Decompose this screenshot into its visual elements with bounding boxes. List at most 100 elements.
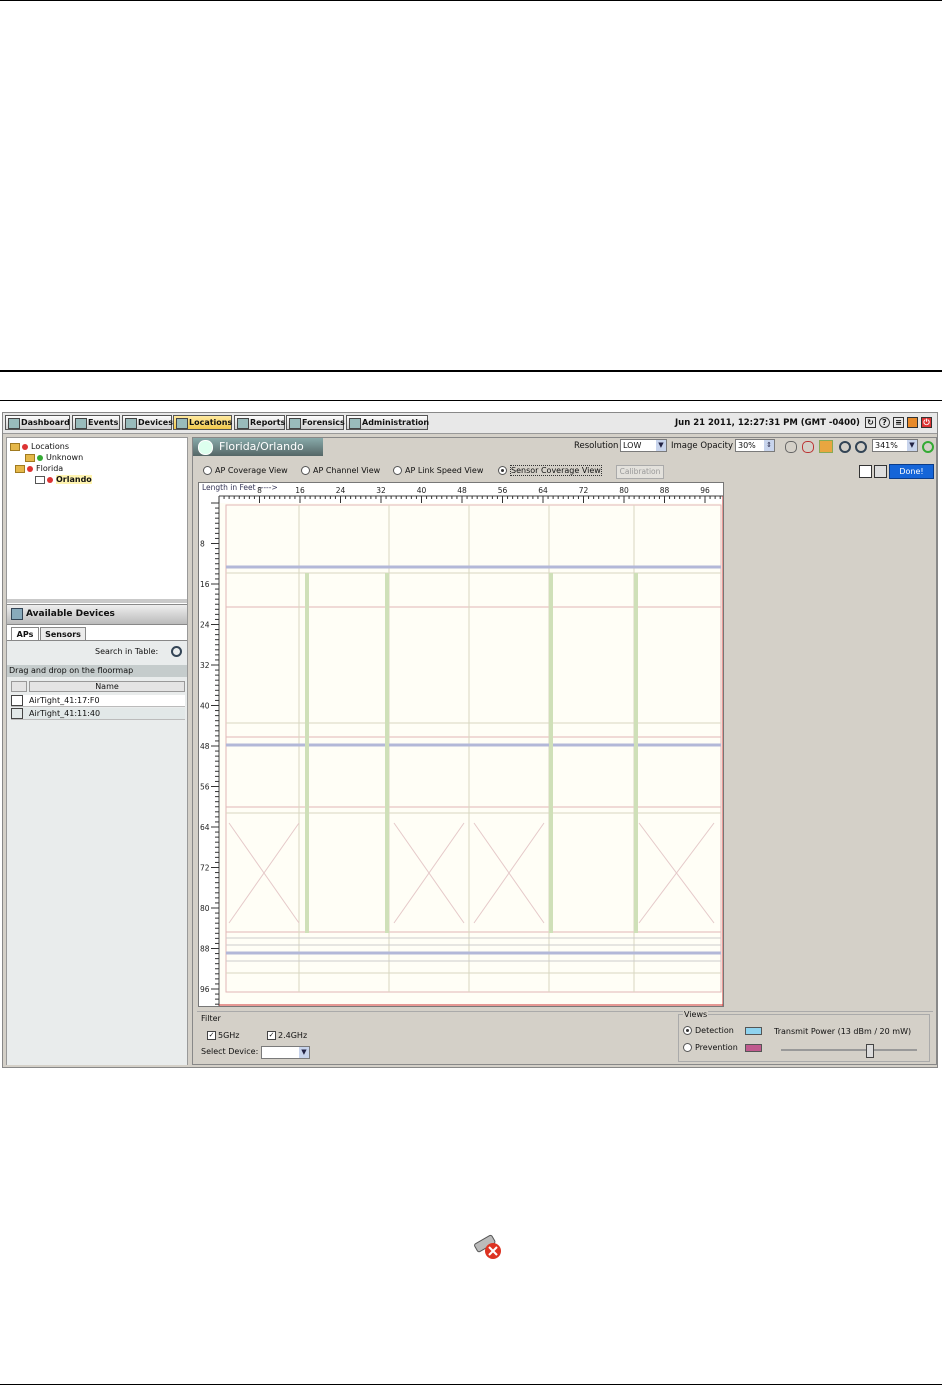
nav-administration-button[interactable]: Administration	[346, 415, 429, 430]
x-tick-label: 8	[257, 486, 262, 495]
y-tick-label: 64	[200, 823, 210, 832]
view-detection[interactable]: Detection	[683, 1025, 734, 1037]
ap-device-icon	[11, 695, 23, 706]
nav-dashboard-button[interactable]: Dashboard	[5, 415, 70, 430]
y-tick-label: 88	[200, 945, 210, 954]
view-prevention[interactable]: Prevention	[683, 1042, 738, 1054]
tree-item-florida[interactable]: Florida	[15, 463, 63, 474]
name-column-header[interactable]: Name	[29, 681, 185, 692]
devices-icon	[11, 607, 23, 620]
print-icon[interactable]	[874, 465, 887, 478]
x-tick-label: 24	[336, 486, 346, 495]
zoom-out-icon[interactable]	[855, 441, 867, 453]
filter-panel: Filter ✓ 5GHz ✓ 2.4GHz Select Device: ▼ Vi…	[197, 1010, 933, 1064]
top-navigation-bar: Dashboard Events Devices Locations Repor…	[3, 413, 937, 434]
tab-sensors[interactable]: Sensors	[40, 627, 86, 640]
table-row[interactable]: AirTight_41:17:F0	[11, 695, 185, 707]
radio-icon	[203, 466, 212, 475]
info-icon[interactable]	[859, 465, 872, 478]
tab-label: APs	[16, 630, 34, 639]
disconnected-device-icon	[472, 1233, 504, 1261]
zoom-select[interactable]: 341% ▼	[872, 439, 918, 452]
tab-label: Sensors	[45, 630, 81, 639]
section-rule-upper	[0, 370, 942, 372]
tree-item-unknown[interactable]: Unknown	[25, 452, 83, 463]
administration-icon	[349, 418, 361, 429]
nav-label: Forensics	[302, 418, 345, 427]
x-tick-label: 88	[660, 486, 670, 495]
x-tick-label: 40	[417, 486, 427, 495]
x-tick-label: 48	[457, 486, 467, 495]
section-rule-lower	[0, 400, 942, 401]
y-tick-label: 40	[200, 702, 210, 711]
tree-item-orlando[interactable]: Orlando	[35, 474, 92, 485]
fit-zoom-icon[interactable]	[922, 441, 934, 453]
search-icon[interactable]	[171, 646, 182, 657]
tree-label: Locations	[31, 442, 70, 451]
upload-icon[interactable]	[819, 440, 833, 453]
devices-icon	[125, 418, 137, 429]
device-name: AirTight_41:17:F0	[29, 696, 100, 705]
filter-24ghz[interactable]: ✓ 2.4GHz	[267, 1031, 307, 1040]
nav-locations-button[interactable]: Locations	[173, 415, 232, 430]
nav-label: Dashboard	[21, 418, 70, 427]
view-ap-channel[interactable]: AP Channel View	[301, 465, 380, 477]
filter-5ghz[interactable]: ✓ 5GHz	[207, 1031, 240, 1040]
view-ap-link-speed[interactable]: AP Link Speed View	[393, 465, 483, 477]
resolution-label: Resolution	[574, 441, 619, 451]
transmit-power-label: Transmit Power (13 dBm / 20 mW)	[774, 1027, 912, 1036]
nav-events-button[interactable]: Events	[72, 415, 120, 430]
transmit-power-slider[interactable]	[866, 1044, 875, 1058]
calibration-button[interactable]: Calibration	[616, 465, 664, 479]
help-icon[interactable]: ?	[879, 417, 890, 428]
location-tree: Locations Unknown Florida Orlando	[7, 438, 187, 598]
resolution-select[interactable]: LOW ▼	[620, 439, 667, 452]
band-label: 2.4GHz	[278, 1031, 308, 1040]
detection-color-swatch	[745, 1027, 762, 1035]
x-tick-label: 80	[619, 486, 629, 495]
select-device-dropdown[interactable]: ▼	[261, 1046, 310, 1059]
location-title: Florida/Orlando	[219, 440, 304, 453]
zoom-in-icon[interactable]	[839, 441, 851, 453]
transmit-power-track	[781, 1049, 917, 1051]
floormap-canvas[interactable]: Length in Feet -----> 8 16 24 32 40 48 5…	[198, 482, 724, 1007]
list-icon[interactable]: ≡	[893, 417, 904, 428]
refresh-icon[interactable]: ↻	[865, 417, 876, 428]
nav-devices-button[interactable]: Devices	[122, 415, 173, 430]
radio-selected-icon	[683, 1026, 692, 1035]
radio-icon	[393, 466, 402, 475]
x-tick-label: 72	[579, 486, 589, 495]
view-ap-coverage[interactable]: AP Coverage View	[203, 465, 288, 477]
bottom-rule	[0, 1384, 942, 1385]
done-button[interactable]: Done!	[889, 464, 934, 479]
tree-root-locations[interactable]: Locations	[10, 441, 69, 452]
drag-hint: Drag and drop on the floormap	[7, 665, 187, 677]
views-title: Views	[683, 1010, 709, 1019]
pane-splitter[interactable]	[7, 599, 187, 603]
view-label: AP Channel View	[313, 466, 381, 475]
y-tick-label: 24	[200, 621, 210, 630]
tab-aps[interactable]: APs	[11, 627, 39, 640]
device-name: AirTight_41:11:40	[29, 709, 101, 718]
attach-icon[interactable]	[785, 441, 797, 453]
folder-icon	[10, 442, 20, 451]
detach-icon[interactable]	[802, 441, 814, 453]
radio-selected-icon	[498, 466, 507, 475]
status-red-icon	[22, 443, 28, 450]
table-row[interactable]: AirTight_41:11:40	[11, 708, 185, 720]
nav-forensics-button[interactable]: Forensics	[286, 415, 345, 430]
settings-icon[interactable]	[907, 417, 918, 428]
floormap-pane: Florida/Orlando Resolution LOW ▼ Image Op…	[192, 437, 937, 1065]
opacity-stepper[interactable]: 30% ⇕	[735, 439, 775, 452]
view-label: AP Coverage View	[215, 466, 288, 475]
logout-icon[interactable]: ⏻	[921, 417, 932, 428]
chevron-down-icon: ▼	[299, 1047, 309, 1058]
views-panel: Views Detection Prevention Transmit Powe…	[678, 1010, 930, 1062]
tree-label: Orlando	[56, 475, 92, 484]
nav-label: Devices	[138, 418, 173, 427]
select-column-header	[11, 681, 27, 692]
view-sensor-coverage[interactable]: Sensor Coverage View	[498, 465, 602, 477]
locations-icon	[176, 418, 188, 429]
nav-reports-button[interactable]: Reports	[234, 415, 285, 430]
prevention-label: Prevention	[695, 1043, 738, 1052]
